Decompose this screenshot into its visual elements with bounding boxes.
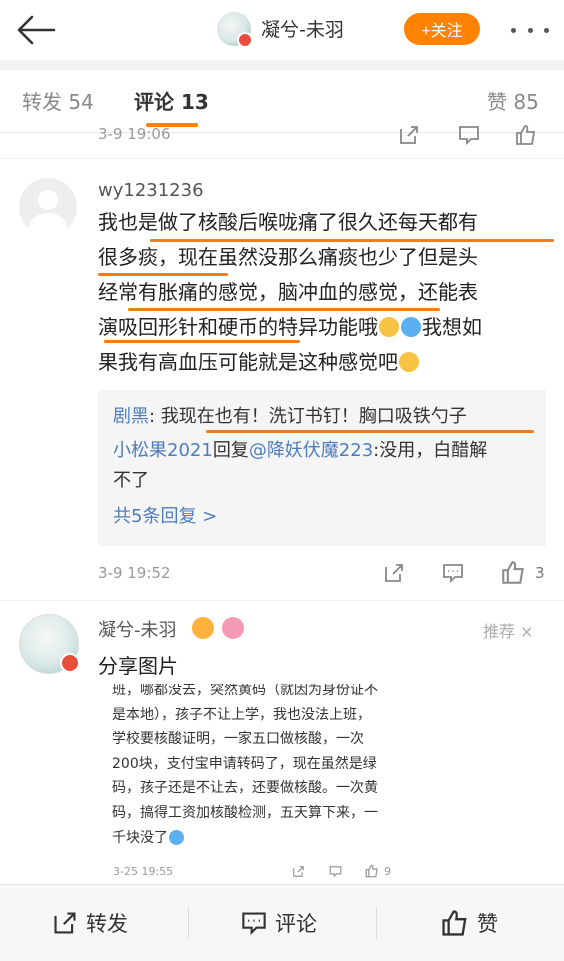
reply-item-cont: 不了 bbox=[113, 470, 149, 491]
comment-icon[interactable] bbox=[458, 124, 480, 146]
like-icon[interactable] bbox=[501, 560, 526, 585]
tab-comments[interactable]: 评论 13 bbox=[134, 86, 209, 115]
highlight-underline bbox=[98, 273, 228, 276]
member-badge-icon bbox=[222, 617, 244, 639]
image-like-count: 9 bbox=[384, 865, 391, 878]
comment-timestamp: 3-9 19:06 bbox=[98, 125, 171, 143]
divider bbox=[0, 60, 564, 70]
tab-repost[interactable]: 转发 54 bbox=[22, 86, 94, 115]
comment-line: 经常有胀痛的感觉，脑冲血的感觉，还能表 bbox=[98, 280, 478, 304]
doge-emoji-icon bbox=[379, 317, 399, 337]
comment-body: 我也是做了核酸后喉咙痛了很久还每天都有 很多痰，现在虽然没那么痛痰也少了但是头 … bbox=[98, 205, 548, 380]
author-avatar[interactable] bbox=[217, 12, 253, 48]
verified-badge-icon bbox=[237, 32, 253, 48]
shared-image[interactable]: 班，哪都没去，突然黄码（就因为身份证不 是本地），孩子不让上学，我也没法上班， … bbox=[99, 684, 409, 880]
fan-badge-icon bbox=[192, 617, 214, 639]
image-timestamp: 3-25 19:55 bbox=[113, 865, 174, 878]
comment-icon bbox=[329, 866, 342, 878]
share-icon[interactable] bbox=[383, 562, 405, 584]
reply-item: 剧黑: 我现在也有！洗订书钉！胸口吸铁勺子 bbox=[113, 406, 467, 427]
reply-username[interactable]: 剧黑 bbox=[113, 406, 149, 427]
comment-icon bbox=[242, 912, 266, 936]
highlight-underline bbox=[150, 239, 554, 242]
commenter-username[interactable]: wy1231236 bbox=[98, 180, 204, 201]
comment-body: 分享图片 bbox=[98, 654, 178, 678]
like-icon bbox=[365, 864, 378, 878]
commenter-avatar[interactable] bbox=[19, 614, 80, 674]
highlight-underline bbox=[206, 430, 534, 433]
more-options-button[interactable] bbox=[511, 20, 549, 40]
comment-divider bbox=[0, 600, 564, 601]
tab-likes[interactable]: 赞 85 bbox=[487, 86, 539, 115]
verified-badge-icon bbox=[60, 653, 80, 673]
commenter-avatar[interactable] bbox=[19, 178, 77, 236]
comment-line: 我也是做了核酸后喉咙痛了很久还每天都有 bbox=[98, 210, 478, 234]
reply-item: 小松果2021回复@降妖伏魔223:没用，白醋解 bbox=[113, 440, 488, 461]
like-button[interactable]: 赞 bbox=[441, 905, 498, 941]
more-replies-link[interactable]: 共5条回复 > bbox=[113, 502, 217, 532]
repost-icon bbox=[54, 912, 76, 934]
page-title[interactable]: 凝兮-未羽 bbox=[261, 15, 344, 42]
shared-image-text: 班，哪都没去，突然黄码（就因为身份证不 是本地），孩子不让上学，我也没法上班， … bbox=[112, 684, 378, 846]
replies-box[interactable]: 剧黑: 我现在也有！洗订书钉！胸口吸铁勺子 小松果2021回复@降妖伏魔223:… bbox=[98, 390, 546, 546]
reply-mention[interactable]: @降妖伏魔223 bbox=[249, 440, 373, 461]
bar-divider bbox=[188, 907, 189, 939]
doge-emoji-icon bbox=[399, 352, 419, 372]
highlight-underline bbox=[128, 308, 440, 311]
comment-timestamp: 3-9 19:52 bbox=[98, 564, 171, 582]
comment-line: 果我有高血压可能就是这种感觉吧 bbox=[98, 345, 548, 380]
comment-divider bbox=[0, 158, 564, 159]
recommend-dismiss-button[interactable]: 推荐 × bbox=[483, 618, 534, 642]
commenter-username[interactable]: 凝兮-未羽 bbox=[98, 616, 177, 642]
laugh-cry-emoji-icon bbox=[169, 829, 184, 845]
back-arrow-icon bbox=[17, 15, 56, 45]
more-dots-icon bbox=[511, 27, 516, 33]
reply-username[interactable]: 小松果2021 bbox=[113, 440, 213, 461]
like-icon[interactable] bbox=[515, 124, 537, 146]
bottom-action-bar: 转发 评论 赞 bbox=[0, 884, 564, 961]
share-icon bbox=[293, 866, 304, 877]
laugh-cry-emoji-icon bbox=[401, 317, 421, 337]
like-count: 3 bbox=[535, 564, 545, 582]
comment-icon[interactable] bbox=[442, 562, 464, 584]
highlight-underline bbox=[104, 340, 300, 343]
follow-button[interactable]: +关注 bbox=[404, 13, 480, 45]
comment-line: 很多痰，现在虽然没那么痛痰也少了但是头 bbox=[98, 245, 478, 269]
top-nav-bar: 凝兮-未羽 +关注 bbox=[0, 0, 564, 60]
like-icon bbox=[442, 910, 467, 936]
share-icon[interactable] bbox=[398, 124, 420, 146]
bar-divider bbox=[376, 907, 377, 939]
repost-button[interactable]: 转发 bbox=[52, 905, 128, 941]
comment-button[interactable]: 评论 bbox=[241, 905, 317, 941]
back-button[interactable] bbox=[14, 12, 58, 48]
